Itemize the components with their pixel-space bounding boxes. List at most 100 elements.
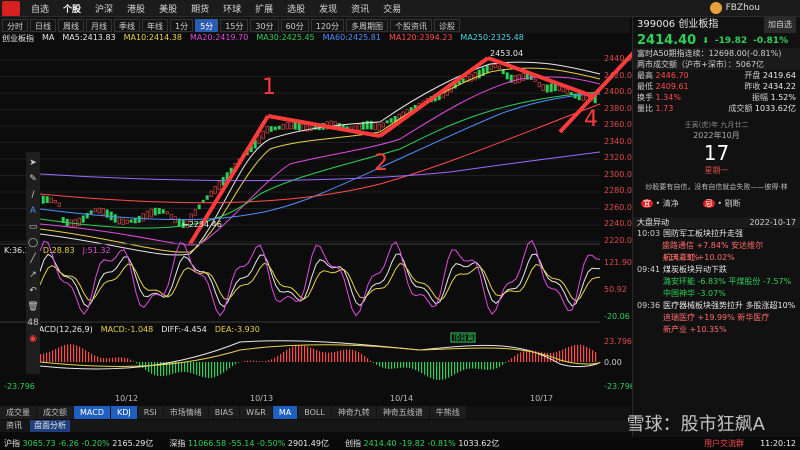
period-tab-4[interactable]: 季线 bbox=[114, 18, 140, 32]
candle bbox=[201, 199, 205, 203]
trash-icon[interactable]: 🗑 bbox=[27, 302, 38, 312]
username[interactable]: FBZhou bbox=[726, 3, 760, 13]
nav-item-8[interactable]: 选股 bbox=[280, 2, 312, 15]
period-tab-5[interactable]: 年线 bbox=[142, 18, 168, 32]
indicator-tab-3[interactable]: KDJ bbox=[110, 406, 137, 419]
candle bbox=[265, 126, 269, 134]
macd-bar bbox=[250, 360, 252, 362]
nav-item-5[interactable]: 期货 bbox=[184, 2, 216, 15]
arrow-tool-icon[interactable]: ↗ bbox=[29, 270, 37, 280]
status-cy[interactable]: 创指 2414.40 -19.82 -0.81% 1033.62亿 bbox=[345, 438, 499, 449]
line-tool-icon[interactable]: ╱ bbox=[30, 254, 35, 264]
indicator-tab-0[interactable]: 成交量 bbox=[0, 406, 36, 419]
period-tab-0[interactable]: 分时 bbox=[2, 18, 28, 32]
macd-bar bbox=[385, 362, 387, 369]
nav-item-4[interactable]: 美股 bbox=[152, 2, 184, 15]
nav-item-9[interactable]: 发现 bbox=[312, 2, 344, 15]
macd-bar bbox=[415, 362, 417, 370]
main-chart-legend: 创业板指 MA MA5:2413.83 MA10:2414.38 MA20:24… bbox=[0, 33, 524, 44]
indicator-tab-9[interactable]: BOLL bbox=[298, 406, 331, 419]
period-tab-11[interactable]: 120分 bbox=[310, 18, 345, 32]
nav-item-10[interactable]: 资讯 bbox=[344, 2, 376, 15]
candle bbox=[477, 69, 481, 79]
indicator-tab-8[interactable]: MA bbox=[272, 406, 298, 419]
indicator-tab-11[interactable]: 神奇五线谱 bbox=[376, 406, 429, 419]
kdj-j-line bbox=[39, 239, 601, 317]
news-item[interactable]: 新产业 +10.35% bbox=[633, 324, 800, 336]
indicator-tab-7[interactable]: W&R bbox=[240, 406, 272, 419]
nav-item-7[interactable]: 扩展 bbox=[248, 2, 280, 15]
indicator-tab-4[interactable]: RSI bbox=[137, 406, 163, 419]
news-item[interactable]: 中国神华 -3.07% bbox=[633, 288, 800, 300]
period-tab-7[interactable]: 5分 bbox=[195, 18, 219, 32]
indicator-tab-10[interactable]: 神奇九转 bbox=[331, 406, 376, 419]
user-area[interactable]: FBZhou bbox=[709, 2, 760, 14]
period-tab-13[interactable]: 个股资讯 bbox=[390, 18, 433, 32]
nav-item-6[interactable]: 环球 bbox=[216, 2, 248, 15]
text-tool-icon[interactable]: A bbox=[30, 206, 36, 216]
period-tab-14[interactable]: 诊股 bbox=[434, 18, 461, 32]
status-sh[interactable]: 沪指 3065.73 -6.26 -0.20% 2165.29亿 bbox=[4, 438, 153, 449]
news-item[interactable]: 迪瑞医疗 +19.99% 新华医疗 bbox=[633, 312, 800, 324]
date-axis: 10/12 10/13 10/14 10/17 bbox=[115, 394, 553, 403]
macd-legend: MACD(12,26,9) MACD:-1.048 DIFF:-4.454 DE… bbox=[32, 325, 260, 334]
macd-bar bbox=[349, 349, 351, 362]
macd-bar bbox=[109, 358, 111, 362]
kline-chart[interactable]: 1 2 3 4 5 2453.04 ←2234.46 顶背离 10/1210/1… bbox=[0, 44, 632, 406]
add-watchlist-button[interactable]: 加自选 bbox=[764, 17, 796, 33]
macd-bar bbox=[325, 352, 327, 362]
indicator-tab-2[interactable]: MACD bbox=[74, 406, 110, 419]
period-tab-12[interactable]: 多周期图 bbox=[346, 18, 389, 32]
macd-bar bbox=[301, 345, 303, 362]
color-picker-icon[interactable]: ◉ bbox=[29, 334, 37, 344]
rect-tool-icon[interactable]: ▭ bbox=[29, 222, 38, 232]
indicator-tab-1[interactable]: 成交额 bbox=[37, 406, 73, 419]
legend-ma250: MA250:2325.48 bbox=[460, 33, 524, 42]
tab-market-analysis[interactable]: 盘面分析 bbox=[30, 420, 70, 432]
news-item[interactable]: 航天彩虹 +10.02% bbox=[633, 252, 800, 264]
macd-bar bbox=[322, 352, 324, 362]
macd-dea: DEA:-3.930 bbox=[214, 325, 260, 334]
macd-bar bbox=[478, 362, 480, 369]
period-tab-2[interactable]: 周线 bbox=[58, 18, 84, 32]
macd-bar bbox=[442, 362, 444, 380]
news-item[interactable]: 潞安环能 -6.83% 平煤股份 -7.57% bbox=[633, 276, 800, 288]
tab-news[interactable]: 资讯 bbox=[6, 420, 22, 432]
macd-bar bbox=[523, 351, 525, 362]
period-tab-6[interactable]: 1分 bbox=[170, 18, 194, 32]
indicator-tab-5[interactable]: 市场情绪 bbox=[163, 406, 208, 419]
calendar-day: 17 bbox=[703, 141, 730, 165]
nav-item-2[interactable]: 沪深 bbox=[88, 2, 120, 15]
user-group-link[interactable]: 用户交流群 bbox=[704, 438, 744, 449]
macd-bar bbox=[439, 362, 441, 380]
candle bbox=[45, 196, 49, 204]
period-tab-1[interactable]: 日线 bbox=[30, 18, 56, 32]
news-item[interactable]: 09:41 煤炭板块异动下跌 bbox=[633, 264, 800, 276]
period-tab-8[interactable]: 15分 bbox=[220, 18, 249, 32]
nav-item-1[interactable]: 个股 bbox=[56, 2, 88, 15]
nav-item-3[interactable]: 港股 bbox=[120, 2, 152, 15]
candle bbox=[149, 208, 153, 218]
period-tab-3[interactable]: 月线 bbox=[86, 18, 112, 32]
undo-icon[interactable]: ↶ bbox=[29, 286, 37, 296]
period-tab-9[interactable]: 30分 bbox=[250, 18, 279, 32]
news-item[interactable]: 10:03 国防军工板块拉升走强 bbox=[633, 228, 800, 240]
macd-bar bbox=[595, 352, 597, 362]
indicator-tab-6[interactable]: BIAS bbox=[208, 406, 240, 419]
ellipse-tool-icon[interactable]: ◯ bbox=[28, 238, 38, 248]
macd-bar bbox=[190, 362, 192, 373]
period-tab-10[interactable]: 60分 bbox=[280, 18, 309, 32]
avatar[interactable] bbox=[709, 2, 722, 14]
indicator-tab-12[interactable]: 牛熊线 bbox=[429, 406, 466, 419]
news-item[interactable]: 09:36 医疗器械板块强势拉升 多股涨超10% bbox=[633, 300, 800, 312]
price-row: 2414.40 ⬇ -19.82 -0.81% bbox=[633, 33, 800, 48]
status-sz[interactable]: 深指 11066.58 -55.14 -0.50% 2901.49亿 bbox=[169, 438, 329, 449]
news-item[interactable]: 盛路通信 +7.84% 安达维尔 +14.13% bbox=[633, 240, 800, 262]
divergence-label: 顶背离 bbox=[453, 333, 474, 342]
nav-item-0[interactable]: 自选 bbox=[24, 2, 56, 15]
brush-icon[interactable]: / bbox=[31, 190, 34, 200]
stroke-size[interactable]: 48 bbox=[27, 318, 38, 328]
nav-item-11[interactable]: 交易 bbox=[376, 2, 408, 15]
pen-icon[interactable]: ✎ bbox=[29, 174, 37, 184]
cursor-icon[interactable]: ➤ bbox=[29, 158, 37, 168]
